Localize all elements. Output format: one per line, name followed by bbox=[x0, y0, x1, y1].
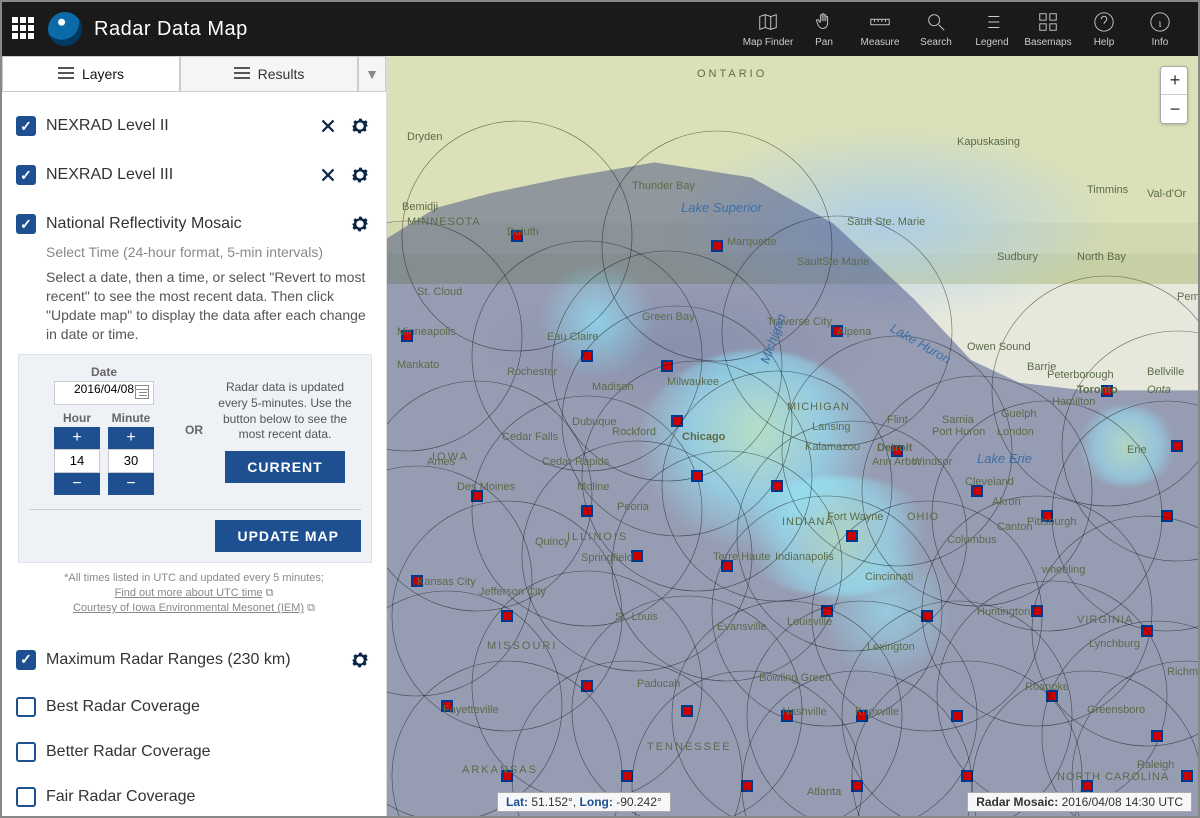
layer-title: NEXRAD Level III bbox=[46, 166, 306, 184]
date-input[interactable]: 2016/04/08 bbox=[54, 381, 154, 405]
zoom-control: + − bbox=[1160, 66, 1188, 124]
tool-legend[interactable]: Legend bbox=[964, 11, 1020, 48]
tab-results[interactable]: Results bbox=[180, 56, 358, 91]
date-label: Date bbox=[91, 365, 117, 379]
map-canvas[interactable]: ONTARIO Dryden Kapuskasing Timmins Val-d… bbox=[387, 56, 1198, 816]
app-title: Radar Data Map bbox=[94, 18, 248, 41]
layer-fair: Fair Radar Coverage bbox=[16, 775, 372, 816]
list-icon bbox=[981, 11, 1003, 33]
checkbox-mosaic[interactable] bbox=[16, 214, 36, 234]
help-icon bbox=[1093, 11, 1115, 33]
search-icon bbox=[925, 11, 947, 33]
zoom-in-button[interactable]: + bbox=[1161, 67, 1188, 95]
layer-title: Maximum Radar Ranges (230 km) bbox=[46, 651, 338, 669]
checkbox-better[interactable] bbox=[16, 742, 36, 762]
layer-better: Better Radar Coverage bbox=[16, 730, 372, 775]
ruler-icon bbox=[869, 11, 891, 33]
minute-plus-button[interactable]: + bbox=[108, 427, 154, 449]
tool-search[interactable]: Search bbox=[908, 11, 964, 48]
layer-ranges: Maximum Radar Ranges (230 km) bbox=[16, 636, 372, 685]
layer-mosaic: National Reflectivity Mosaic Select Time… bbox=[16, 200, 372, 636]
tool-info[interactable]: Info bbox=[1132, 11, 1188, 48]
tool-help[interactable]: Help bbox=[1076, 11, 1132, 48]
checkbox-fair[interactable] bbox=[16, 787, 36, 807]
hour-plus-button[interactable]: + bbox=[54, 427, 100, 449]
layer-nexrad2: NEXRAD Level II bbox=[16, 102, 372, 151]
layer-title: NEXRAD Level II bbox=[46, 117, 306, 135]
tools-icon[interactable] bbox=[316, 163, 340, 187]
hour-minus-button[interactable]: − bbox=[54, 473, 100, 495]
layer-title: National Reflectivity Mosaic bbox=[46, 215, 338, 233]
noaa-logo-icon bbox=[48, 12, 82, 46]
info-icon bbox=[1149, 11, 1171, 33]
footnote: *All times listed in UTC and updated eve… bbox=[16, 571, 372, 617]
mosaic-subtitle: Select Time (24-hour format, 5-min inter… bbox=[46, 244, 372, 260]
results-icon bbox=[234, 67, 250, 81]
utc-link[interactable]: Find out more about UTC time bbox=[115, 587, 263, 599]
sidebar-tabs: Layers Results ▼ bbox=[2, 56, 386, 92]
update-note: Radar data is updated every 5-minutes. U… bbox=[215, 380, 355, 442]
layers-panel[interactable]: NEXRAD Level II NEXRAD Level III bbox=[2, 92, 386, 816]
radar-ranges bbox=[387, 56, 1198, 816]
layer-best: Best Radar Coverage bbox=[16, 685, 372, 730]
iem-link[interactable]: Courtesy of Iowa Environmental Mesonet (… bbox=[73, 602, 304, 614]
layers-icon bbox=[58, 67, 74, 81]
tab-layers[interactable]: Layers bbox=[2, 56, 180, 91]
or-separator: OR bbox=[179, 365, 209, 495]
tool-measure[interactable]: Measure bbox=[852, 11, 908, 48]
minute-value[interactable]: 30 bbox=[108, 449, 154, 473]
checkbox-best[interactable] bbox=[16, 697, 36, 717]
grid-icon bbox=[1037, 11, 1059, 33]
tool-map-finder[interactable]: Map Finder bbox=[740, 11, 796, 48]
current-button[interactable]: CURRENT bbox=[225, 451, 344, 483]
minute-minus-button[interactable]: − bbox=[108, 473, 154, 495]
mosaic-status: Radar Mosaic: 2016/04/08 14:30 UTC bbox=[967, 792, 1192, 812]
gear-icon[interactable] bbox=[348, 114, 372, 138]
gear-icon[interactable] bbox=[348, 648, 372, 672]
tab-collapse[interactable]: ▼ bbox=[358, 56, 386, 91]
map-finder-icon bbox=[757, 11, 779, 33]
gear-icon[interactable] bbox=[348, 212, 372, 236]
hand-icon bbox=[813, 11, 835, 33]
gear-icon[interactable] bbox=[348, 163, 372, 187]
calendar-icon[interactable] bbox=[135, 385, 149, 399]
coords-status: Lat: 51.152°, Long: -90.242° bbox=[497, 792, 671, 812]
checkbox-nexrad2[interactable] bbox=[16, 116, 36, 136]
time-picker: Date 2016/04/08 Hour + 14 − bbox=[18, 354, 372, 563]
zoom-out-button[interactable]: − bbox=[1161, 95, 1188, 123]
checkbox-ranges[interactable] bbox=[16, 650, 36, 670]
layer-nexrad3: NEXRAD Level III bbox=[16, 151, 372, 200]
hour-spinner: Hour + 14 − bbox=[54, 411, 100, 495]
tool-basemaps[interactable]: Basemaps bbox=[1020, 11, 1076, 48]
tool-pan[interactable]: Pan bbox=[796, 11, 852, 48]
apps-icon[interactable] bbox=[12, 17, 36, 41]
topbar: Radar Data Map Map Finder Pan Measure Se… bbox=[2, 2, 1198, 56]
checkbox-nexrad3[interactable] bbox=[16, 165, 36, 185]
sidebar: Layers Results ▼ NEXRAD Level II bbox=[2, 56, 387, 816]
minute-spinner: Minute + 30 − bbox=[108, 411, 154, 495]
mosaic-instructions: Select a date, then a time, or select "R… bbox=[46, 268, 372, 344]
update-map-button[interactable]: UPDATE MAP bbox=[215, 520, 361, 552]
hour-value[interactable]: 14 bbox=[54, 449, 100, 473]
tools-icon[interactable] bbox=[316, 114, 340, 138]
